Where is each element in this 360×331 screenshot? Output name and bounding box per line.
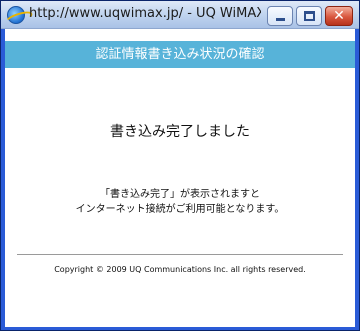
page-title: 認証情報書き込み状況の確認 (5, 41, 355, 68)
close-button[interactable]: ✕ (325, 6, 353, 26)
info-note-line-2: インターネット接続がご利用可能となります。 (75, 204, 285, 215)
completion-message: 書き込み完了しました (110, 124, 250, 140)
title-bar[interactable]: http://www.uqwimax.jp/ - UQ WiMAX... ✕ (1, 1, 359, 29)
footer-divider (17, 254, 343, 255)
browser-window: http://www.uqwimax.jp/ - UQ WiMAX... ✕ 認… (0, 0, 360, 331)
minimize-icon (276, 18, 285, 21)
info-note: 「書き込み完了」が表示されますと インターネット接続がご利用可能となります。 (5, 187, 355, 217)
window-title: http://www.uqwimax.jp/ - UQ WiMAX... (29, 6, 261, 21)
close-icon: ✕ (333, 8, 345, 24)
ie-icon (7, 6, 25, 24)
page-content: 認証情報書き込み状況の確認 書き込み完了しました 「書き込み完了」が表示されます… (5, 29, 355, 327)
copyright-text: Copyright © 2009 UQ Communications Inc. … (54, 265, 306, 274)
maximize-button[interactable] (296, 6, 322, 26)
maximize-icon (304, 11, 315, 21)
minimize-button[interactable] (267, 6, 293, 26)
info-note-line-1: 「書き込み完了」が表示されますと (100, 189, 260, 200)
